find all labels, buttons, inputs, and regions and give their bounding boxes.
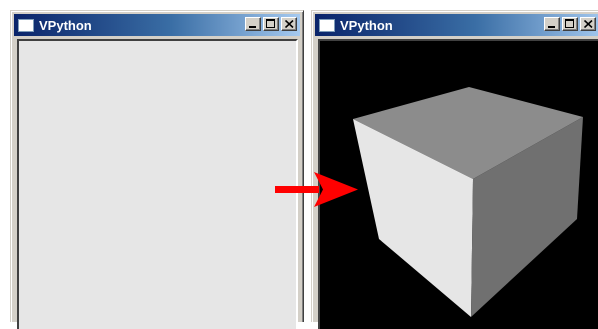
right-arrow-icon bbox=[275, 172, 358, 207]
